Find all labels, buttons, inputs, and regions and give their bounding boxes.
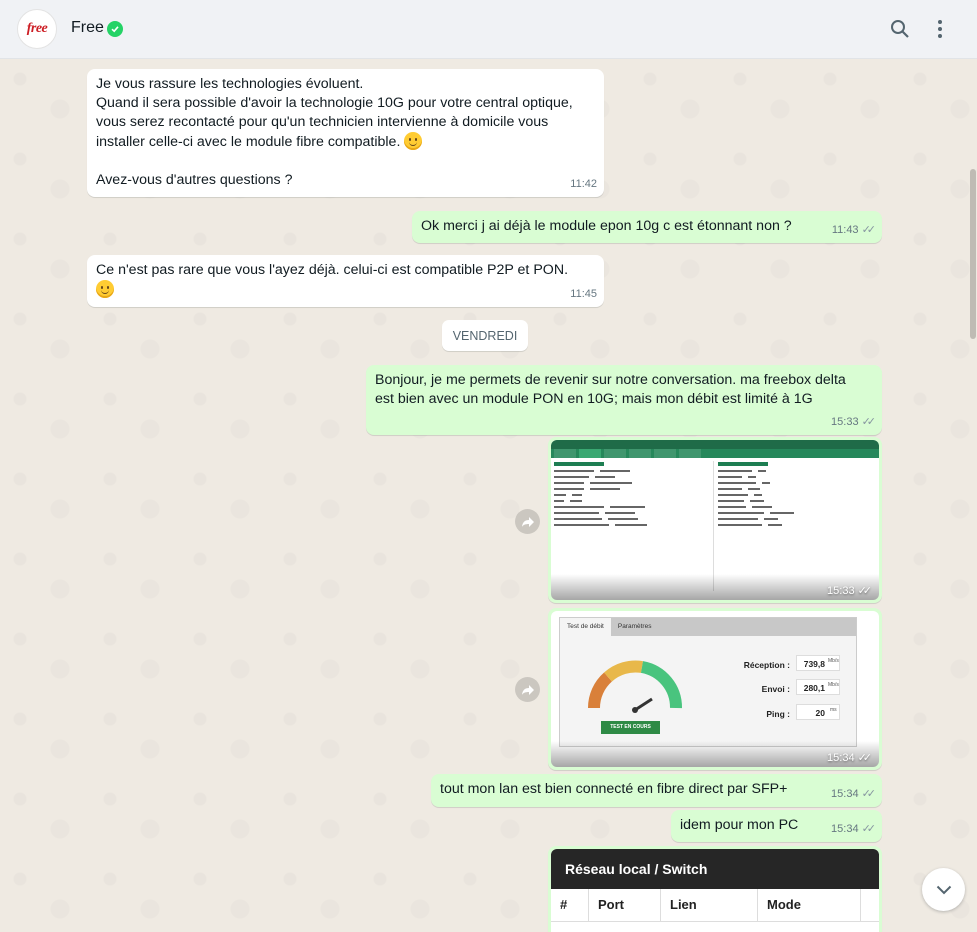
image-message-switch[interactable]: Réseau local / Switch # Port Lien Mode: [548, 846, 882, 932]
speedtest-tab-active: Test de débit: [560, 618, 611, 636]
message-text: Ce n'est pas rare que vous l'ayez déjà. …: [87, 255, 604, 300]
contact-avatar[interactable]: free: [17, 9, 57, 49]
ping-unit: ms: [830, 707, 837, 713]
smile-emoji-icon: [96, 280, 114, 298]
message-outgoing[interactable]: Bonjour, je me permets de revenir sur no…: [366, 365, 882, 435]
smile-emoji-icon: [404, 132, 423, 150]
chevron-down-icon: [936, 885, 951, 894]
column-header: Mode: [758, 889, 861, 921]
reception-label: Réception :: [743, 660, 790, 670]
menu-kebab-icon[interactable]: [928, 17, 952, 41]
read-ticks-icon: ✓✓: [861, 416, 877, 428]
message-incoming[interactable]: Ce n'est pas rare que vous l'ayez déjà. …: [87, 255, 604, 307]
switch-table-header: # Port Lien Mode: [551, 889, 879, 922]
message-time: 15:33 ✓✓: [827, 584, 873, 598]
message-time: 11:45: [570, 288, 597, 300]
test-status-button: TEST EN COURS: [601, 721, 660, 734]
message-text: tout mon lan est bien connecté en fibre …: [440, 781, 788, 797]
message-time: 11:42: [570, 178, 597, 190]
read-ticks-icon: ✓✓: [861, 788, 877, 800]
message-time: 15:34 ✓✓: [831, 820, 877, 839]
ping-label: Ping :: [766, 709, 790, 719]
read-ticks-icon: ✓✓: [857, 752, 873, 764]
speed-gauge-icon: [587, 660, 683, 713]
message-text: Je vous rassure les technologies évoluen…: [96, 76, 573, 188]
switch-title: Réseau local / Switch: [551, 849, 879, 889]
column-header: Lien: [661, 889, 758, 921]
message-incoming[interactable]: Je vous rassure les technologies évoluen…: [87, 69, 604, 197]
message-outgoing[interactable]: idem pour mon PC 15:34 ✓✓: [671, 810, 882, 842]
switch-screenshot[interactable]: Réseau local / Switch # Port Lien Mode: [551, 849, 879, 932]
envoi-label: Envoi :: [761, 684, 790, 694]
read-ticks-icon: ✓✓: [857, 585, 873, 597]
speed-test-screenshot[interactable]: Test de débit Paramètres Réception : 739…: [551, 611, 879, 767]
scrollbar[interactable]: [970, 169, 976, 339]
message-outgoing[interactable]: tout mon lan est bien connecté en fibre …: [431, 774, 882, 807]
envoi-unit: Mb/s: [828, 682, 839, 688]
avatar-logo-text: free: [26, 21, 48, 36]
message-time: 15:34 ✓✓: [827, 751, 873, 765]
verified-badge-icon: [107, 21, 123, 37]
column-header: Port: [589, 889, 661, 921]
forward-icon[interactable]: [515, 677, 540, 702]
read-ticks-icon: ✓✓: [861, 823, 877, 835]
message-time: 15:33 ✓✓: [831, 413, 877, 432]
message-time: 15:34 ✓✓: [831, 785, 877, 804]
message-text: Ok merci j ai déjà le module epon 10g c …: [421, 218, 792, 234]
reception-unit: Mb/s: [828, 658, 839, 664]
freebox-status-screenshot[interactable]: 15:33 ✓✓: [551, 440, 879, 600]
image-message-freebox-status[interactable]: 15:33 ✓✓: [548, 437, 882, 603]
forward-icon[interactable]: [515, 509, 540, 534]
day-separator: VENDREDI: [442, 320, 528, 351]
message-time: 11:43 ✓✓: [832, 221, 877, 240]
image-message-speed-test[interactable]: Test de débit Paramètres Réception : 739…: [548, 608, 882, 770]
contact-name[interactable]: Free: [71, 19, 104, 37]
conversation-panel[interactable]: Je vous rassure les technologies évoluen…: [0, 59, 977, 932]
chat-header: free Free: [0, 0, 977, 59]
message-text: Bonjour, je me permets de revenir sur no…: [375, 372, 846, 407]
read-ticks-icon: ✓✓: [861, 224, 877, 236]
search-icon[interactable]: [888, 17, 912, 41]
message-outgoing[interactable]: Ok merci j ai déjà le module epon 10g c …: [412, 211, 882, 243]
speedtest-tab-settings: Paramètres: [617, 623, 652, 630]
column-header: #: [551, 889, 589, 921]
scroll-to-bottom-button[interactable]: [922, 868, 965, 911]
